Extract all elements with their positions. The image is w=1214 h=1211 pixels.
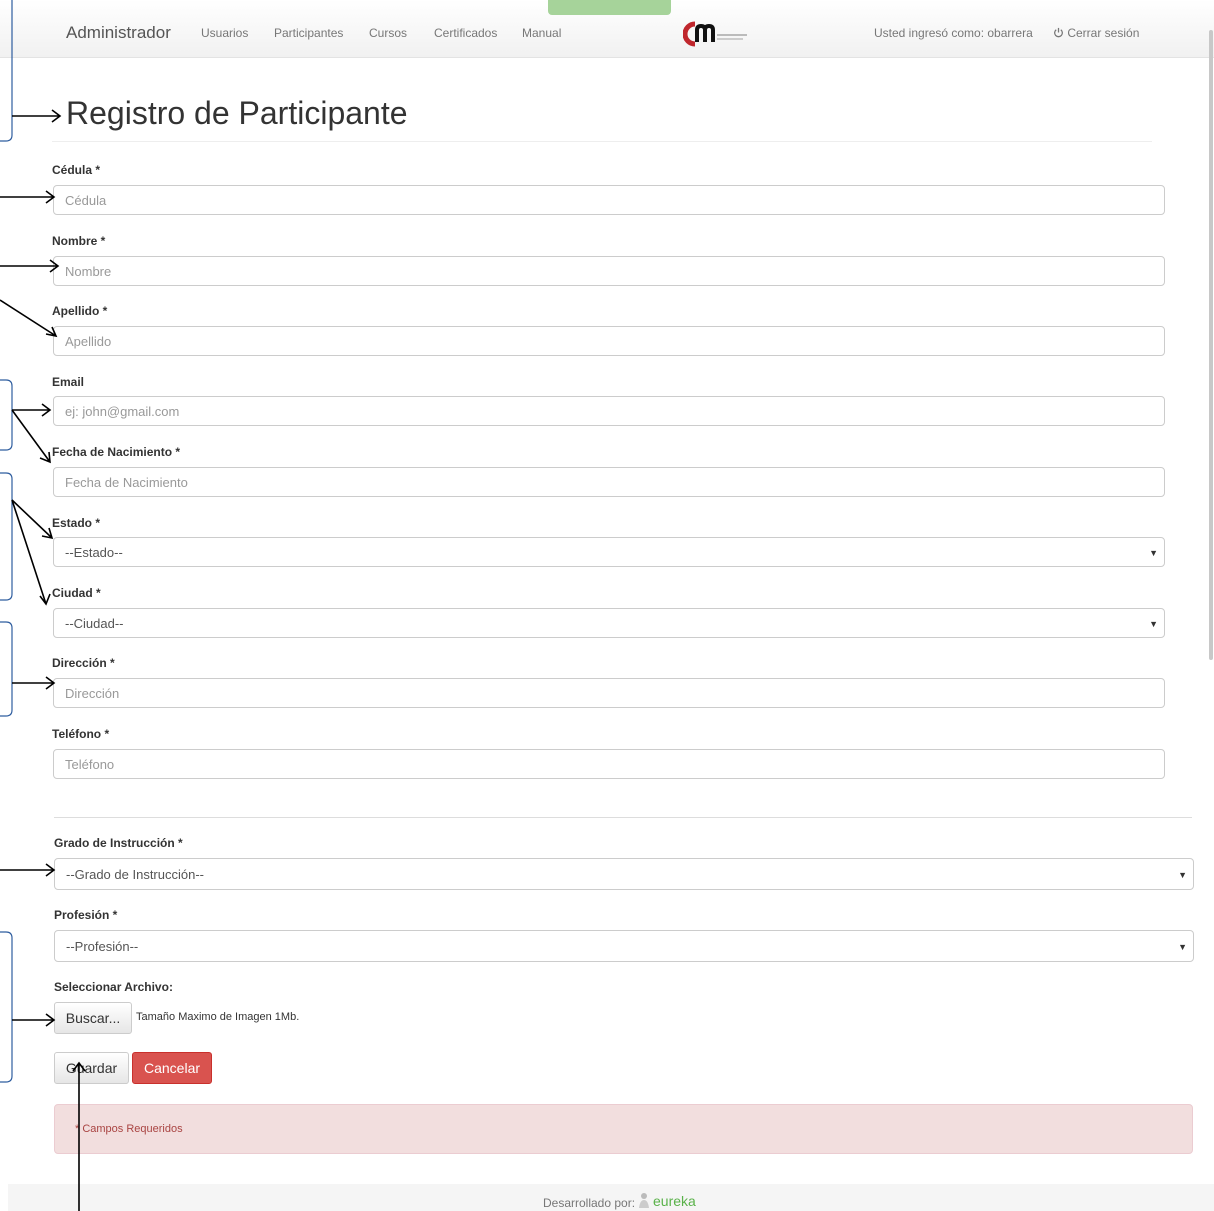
grado-instruccion-label: Grado de Instrucción * (54, 836, 183, 850)
save-button[interactable]: Guardar (54, 1052, 129, 1084)
cancel-button[interactable]: Cancelar (132, 1052, 212, 1084)
caret-down-icon: ▼ (1149, 619, 1158, 629)
seleccionar-archivo-label: Seleccionar Archivo: (54, 980, 173, 994)
profesion-selected-value: --Profesión-- (66, 939, 139, 954)
caret-down-icon: ▼ (1149, 548, 1158, 558)
vertical-scrollbar[interactable] (1209, 30, 1213, 660)
power-icon (1054, 27, 1063, 38)
browse-file-button[interactable]: Buscar... (54, 1002, 132, 1034)
ciudad-select[interactable]: --Ciudad-- ▼ (53, 608, 1165, 638)
telefono-input[interactable]: Teléfono (53, 749, 1165, 779)
annotation-overlay (0, 0, 86, 1211)
estado-select[interactable]: --Estado-- ▼ (53, 537, 1165, 567)
title-divider (52, 141, 1152, 142)
nav-link-manual[interactable]: Manual (522, 26, 561, 40)
nombre-label: Nombre * (52, 234, 106, 248)
email-label: Email (52, 375, 85, 389)
nav-link-usuarios[interactable]: Usuarios (201, 26, 248, 40)
email-input[interactable]: ej: john@gmail.com (53, 396, 1165, 426)
grado-selected-value: --Grado de Instrucción-- (66, 867, 204, 882)
profesion-select[interactable]: --Profesión-- ▼ (54, 930, 1194, 962)
direccion-label: Dirección * (52, 656, 115, 670)
nav-link-participantes[interactable]: Participantes (274, 26, 343, 40)
fecha-nacimiento-label: Fecha de Nacimiento * (52, 445, 181, 459)
logged-user-text: Usted ingresó como: obarrera (874, 26, 1033, 40)
telefono-label: Teléfono * (52, 727, 110, 741)
estado-label: Estado * (52, 516, 101, 530)
active-tab-indicator (548, 0, 671, 15)
page-title: Registro de Participante (66, 95, 408, 131)
caret-down-icon: ▼ (1178, 942, 1187, 952)
file-size-hint: Tamaño Maximo de Imagen 1Mb. (136, 1011, 300, 1023)
logout-link[interactable]: Cerrar sesión (1053, 26, 1139, 40)
top-navbar: Administrador Usuarios Participantes Cur… (0, 0, 1214, 58)
estado-selected-value: --Estado-- (65, 545, 123, 560)
nav-link-cursos[interactable]: Cursos (369, 26, 407, 40)
profesion-label: Profesión * (54, 908, 118, 922)
caret-down-icon: ▼ (1178, 870, 1187, 880)
logout-label: Cerrar sesión (1067, 26, 1140, 40)
footer-text: Desarrollado por: (543, 1196, 636, 1210)
company-logo (683, 21, 747, 47)
nombre-input[interactable]: Nombre (53, 256, 1165, 286)
footer-brand-eureka[interactable]: eureka (653, 1193, 696, 1209)
navbar-brand[interactable]: Administrador (66, 23, 171, 43)
fecha-nacimiento-input[interactable]: Fecha de Nacimiento (53, 467, 1165, 497)
apellido-input[interactable]: Apellido (53, 326, 1165, 356)
apellido-label: Apellido * (52, 304, 108, 318)
nav-link-certificados[interactable]: Certificados (434, 26, 497, 40)
ciudad-selected-value: --Ciudad-- (65, 616, 124, 631)
section-divider (54, 817, 1192, 818)
callout-brackets (0, 0, 13, 1083)
eureka-logo-icon (639, 1193, 649, 1208)
direccion-input[interactable]: Dirección (53, 678, 1165, 708)
cedula-label: Cédula * (52, 163, 101, 177)
cedula-input[interactable]: Cédula (53, 185, 1165, 215)
ciudad-label: Ciudad * (52, 586, 101, 600)
grado-instruccion-select[interactable]: --Grado de Instrucción-- ▼ (54, 858, 1194, 890)
required-fields-alert: * Campos Requeridos (54, 1104, 1193, 1154)
